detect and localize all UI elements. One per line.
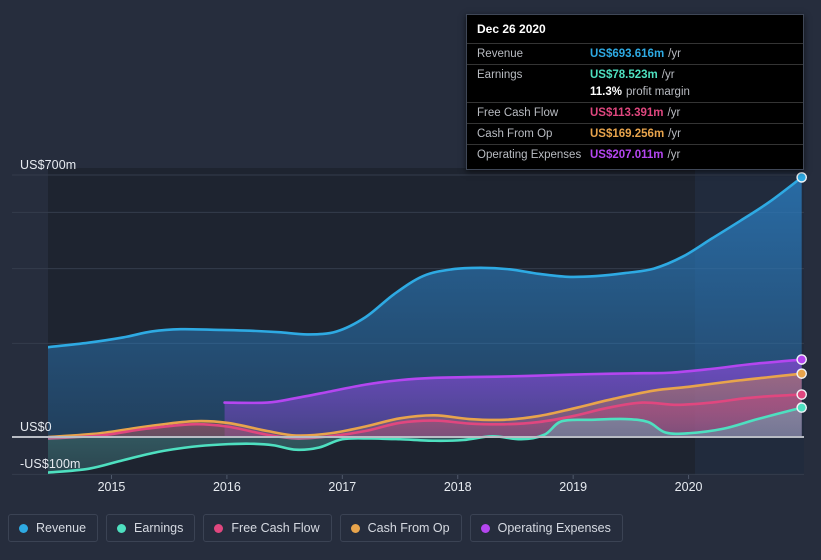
- tooltip-row-label: Operating Expenses: [477, 149, 582, 161]
- endpoint-marker-revenue: [796, 172, 807, 183]
- y-axis-label: -US$100m: [20, 457, 81, 472]
- tooltip-row: Earnings US$78.523m/yr: [467, 64, 803, 85]
- tooltip-row-unit: /yr: [667, 107, 681, 119]
- x-axis-label: 2015: [97, 480, 126, 494]
- endpoint-marker-operating-expenses: [796, 354, 807, 365]
- tooltip-row-value: US$693.616m: [590, 48, 665, 60]
- tooltip-row: Operating Expenses US$207.011m/yr: [467, 144, 803, 165]
- legend-item-label: Operating Expenses: [497, 521, 611, 535]
- x-axis-label: 2016: [212, 480, 241, 494]
- endpoint-marker-free-cash-flow: [796, 389, 807, 400]
- x-axis-label: 2019: [559, 480, 588, 494]
- legend-color-dot-icon: [19, 523, 28, 533]
- tooltip-row-value: US$207.011m: [590, 149, 664, 161]
- tooltip-row-label: Earnings: [477, 69, 523, 81]
- tooltip-row-label: Revenue: [477, 48, 524, 60]
- tooltip-row-unit: /yr: [667, 149, 681, 161]
- endpoint-marker-earnings: [796, 402, 807, 413]
- tooltip-row: Revenue US$693.616m/yr: [467, 43, 803, 64]
- legend-color-dot-icon: [350, 523, 360, 533]
- legend-item-label: Revenue: [36, 521, 87, 535]
- legend-item-label: Free Cash Flow: [231, 521, 320, 535]
- tooltip-date: Dec 26 2020: [477, 22, 546, 36]
- tooltip-row-value: US$113.391m: [590, 107, 664, 119]
- legend-color-dot-icon: [214, 523, 224, 533]
- tooltip-row-value: 11.3%: [590, 86, 622, 98]
- legend-color-dot-icon: [117, 523, 127, 533]
- tooltip-row-unit: profit margin: [625, 86, 690, 98]
- legend-item-label: Cash From Op: [367, 521, 450, 535]
- tooltip-row-label: Free Cash Flow: [477, 107, 559, 119]
- legend-item-cash-from-op[interactable]: Cash From Op: [339, 514, 462, 542]
- x-axis-label: 2017: [328, 480, 357, 494]
- tooltip-row: 11.3% profit margin: [467, 85, 803, 102]
- tooltip-row-value: US$78.523m: [590, 69, 658, 81]
- legend-item-label: Earnings: [134, 521, 184, 535]
- data-tooltip: Dec 26 2020 Revenue US$693.616m/yr Earning…: [466, 14, 804, 170]
- legend-item-operating-expenses[interactable]: Operating Expenses: [469, 514, 623, 542]
- tooltip-row: Cash From Op US$169.256m/yr: [467, 123, 803, 144]
- tooltip-row-unit: /yr: [668, 48, 681, 60]
- financial-performance-chart: US$700m US$0 -US$100m 2015 2016 2017 2018 2019…: [0, 0, 821, 560]
- tooltip-row-unit: /yr: [661, 69, 675, 81]
- y-axis-label: US$700m: [20, 158, 77, 172]
- endpoint-marker-cash-from-op: [796, 368, 807, 379]
- y-axis-label: US$0: [20, 420, 52, 434]
- chart-legend: Revenue Earnings Free Cash Flow Cash From O…: [8, 514, 623, 542]
- legend-color-dot-icon: [480, 523, 490, 533]
- legend-item-free-cash-flow[interactable]: Free Cash Flow: [203, 514, 332, 542]
- legend-item-earnings[interactable]: Earnings: [106, 514, 196, 542]
- tooltip-row: Free Cash Flow US$113.391m/yr: [467, 102, 803, 123]
- x-axis-label: 2018: [443, 480, 472, 494]
- tooltip-rows: Revenue US$693.616m/yr Earnings US$78.523m /…: [467, 43, 803, 165]
- tooltip-row-unit: /yr: [668, 128, 681, 140]
- tooltip-row-label: Cash From Op: [477, 128, 553, 140]
- x-axis-label: 2020: [674, 480, 703, 494]
- legend-item-revenue[interactable]: Revenue: [8, 514, 99, 542]
- tooltip-row-value: US$169.256m: [590, 128, 665, 140]
